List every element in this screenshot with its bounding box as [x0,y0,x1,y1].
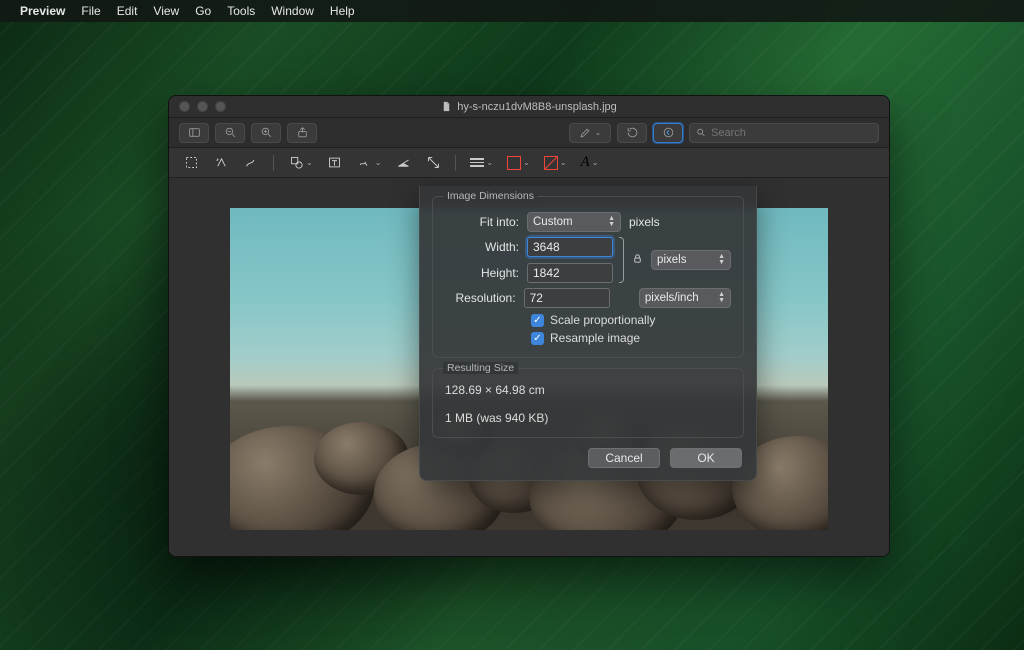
window-toolbar: ⌄ [169,118,889,148]
wh-unit-select[interactable]: pixels ▲▼ [651,250,731,270]
sidebar-toggle-button[interactable] [179,123,209,143]
app-menu[interactable]: Preview [20,4,65,18]
scale-proportionally-checkbox[interactable]: ✓ Scale proportionally [531,313,731,327]
rotate-button[interactable] [617,123,647,143]
group-title: Image Dimensions [443,190,538,202]
search-icon [696,127,706,138]
minimize-window-button[interactable] [197,101,208,112]
resolution-label: Resolution: [445,291,516,305]
result-filesize: 1 MB (was 940 KB) [445,411,731,425]
window-controls [179,101,226,112]
result-dimensions: 128.69 × 64.98 cm [445,383,731,397]
adjust-size-dialog: Image Dimensions Fit into: Custom ▲▼ pix… [419,186,757,481]
cancel-button[interactable]: Cancel [588,448,660,468]
checkbox-checked-icon: ✓ [531,332,544,345]
height-label: Height: [445,266,519,280]
resample-image-checkbox[interactable]: ✓ Resample image [531,331,731,345]
menu-tools[interactable]: Tools [227,4,255,18]
ok-button[interactable]: OK [670,448,742,468]
image-dimensions-group: Image Dimensions Fit into: Custom ▲▼ pix… [432,196,744,358]
fit-into-unit: pixels [629,215,660,229]
text-tool-icon[interactable] [327,155,343,171]
markup-toolbar: ⌄ ⌄ ⌄ ⌄ ⌄ A⌄ [169,148,889,178]
height-input[interactable] [527,263,613,283]
window-title: hy-s-nczu1dvM8B8-unsplash.jpg [441,101,617,113]
menu-window[interactable]: Window [271,4,314,18]
share-button[interactable] [287,123,317,143]
search-field[interactable] [689,123,879,143]
checkbox-checked-icon: ✓ [531,314,544,327]
menu-file[interactable]: File [81,4,100,18]
resolution-input[interactable] [524,288,610,308]
zoom-out-button[interactable] [215,123,245,143]
search-input[interactable] [711,127,872,139]
fit-into-select[interactable]: Custom ▲▼ [527,212,621,232]
menu-view[interactable]: View [153,4,179,18]
zoom-in-button[interactable] [251,123,281,143]
menu-help[interactable]: Help [330,4,355,18]
width-input[interactable] [527,237,613,257]
sketch-icon[interactable] [243,155,259,171]
close-window-button[interactable] [179,101,190,112]
image-canvas[interactable]: Image Dimensions Fit into: Custom ▲▼ pix… [169,178,889,556]
fit-into-label: Fit into: [445,215,519,229]
selection-tool-icon[interactable] [183,155,199,171]
window-title-text: hy-s-nczu1dvM8B8-unsplash.jpg [457,101,617,113]
zoom-window-button[interactable] [215,101,226,112]
resulting-size-group: Resulting Size 128.69 × 64.98 cm 1 MB (w… [432,368,744,438]
menu-edit[interactable]: Edit [117,4,138,18]
instant-alpha-icon[interactable] [213,155,229,171]
border-color-dropdown[interactable]: ⌄ [507,156,530,170]
window-titlebar[interactable]: hy-s-nczu1dvM8B8-unsplash.jpg [169,96,889,118]
shapes-dropdown[interactable]: ⌄ [288,155,313,171]
highlight-button[interactable]: ⌄ [569,123,611,143]
lock-aspect-icon[interactable] [632,252,643,268]
line-style-dropdown[interactable]: ⌄ [470,158,493,167]
result-title: Resulting Size [443,362,518,374]
resolution-unit-select[interactable]: pixels/inch ▲▼ [639,288,731,308]
menu-go[interactable]: Go [195,4,211,18]
macos-menubar: Preview File Edit View Go Tools Window H… [0,0,1024,22]
adjust-color-icon[interactable] [395,155,411,171]
file-icon [441,101,452,112]
sign-dropdown[interactable]: ⌄ [357,155,382,171]
adjust-size-icon[interactable] [425,155,441,171]
width-label: Width: [445,240,519,254]
fill-color-dropdown[interactable]: ⌄ [544,156,567,170]
text-style-dropdown[interactable]: A⌄ [581,154,599,171]
preview-window: hy-s-nczu1dvM8B8-unsplash.jpg ⌄ [168,95,890,557]
markup-toolbar-button[interactable] [653,123,683,143]
link-bracket [619,237,624,283]
